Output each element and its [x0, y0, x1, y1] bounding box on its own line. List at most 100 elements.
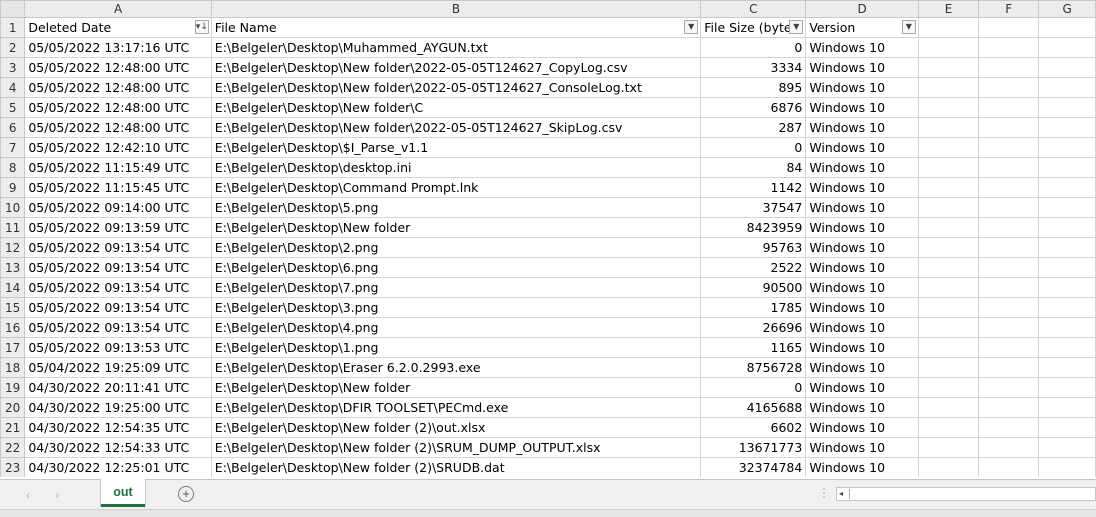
cell-deleted-date[interactable]: 05/05/2022 09:13:54 UTC [24, 277, 212, 298]
cell-empty[interactable] [978, 77, 1040, 98]
cell-empty[interactable] [917, 157, 980, 178]
column-header-b[interactable]: B [210, 0, 702, 18]
cell-deleted-date[interactable]: 04/30/2022 12:54:33 UTC [24, 437, 212, 458]
cell-version[interactable]: Windows 10 [805, 177, 919, 198]
cell-version[interactable]: Windows 10 [805, 157, 919, 178]
row-number[interactable]: 2 [0, 37, 26, 58]
cell-file-name[interactable]: E:\Belgeler\Desktop\1.png [210, 337, 702, 358]
select-all-corner[interactable] [0, 0, 26, 18]
cell-empty[interactable] [1038, 357, 1096, 378]
cell-deleted-date[interactable]: 05/05/2022 12:48:00 UTC [24, 77, 212, 98]
cell-file-size[interactable]: 6876 [700, 97, 807, 118]
cell-file-size[interactable]: 95763 [700, 237, 807, 258]
cell-file-name[interactable]: E:\Belgeler\Desktop\3.png [210, 297, 702, 318]
column-header-a[interactable]: A [24, 0, 212, 18]
cell-empty[interactable] [1038, 57, 1096, 78]
row-number[interactable]: 8 [0, 157, 26, 178]
cell-deleted-date[interactable]: 05/05/2022 12:48:00 UTC [24, 117, 212, 138]
cell-empty[interactable] [978, 57, 1040, 78]
cell-empty[interactable] [978, 397, 1040, 418]
cell-empty[interactable] [1038, 437, 1096, 458]
cell-file-name[interactable]: E:\Belgeler\Desktop\New folder [210, 217, 702, 238]
column-header-f[interactable]: F [978, 0, 1040, 18]
cell-file-name[interactable]: E:\Belgeler\Desktop\Muhammed_AYGUN.txt [210, 37, 702, 58]
cell-empty[interactable] [917, 197, 980, 218]
cell-file-name[interactable]: E:\Belgeler\Desktop\6.png [210, 257, 702, 278]
row-number[interactable]: 19 [0, 377, 26, 398]
cell-deleted-date[interactable]: 04/30/2022 20:11:41 UTC [24, 377, 212, 398]
cell-empty[interactable] [978, 97, 1040, 118]
cell-empty[interactable] [978, 37, 1040, 58]
cell-header-version[interactable]: Version ▼ [805, 17, 919, 38]
row-number[interactable]: 14 [0, 277, 26, 298]
row-number[interactable]: 13 [0, 257, 26, 278]
cell-file-size[interactable]: 4165688 [700, 397, 807, 418]
cell-empty[interactable] [1038, 337, 1096, 358]
filter-dropdown-icon[interactable]: ▼ [901, 20, 916, 34]
cell-empty[interactable] [1038, 97, 1096, 118]
cell-version[interactable]: Windows 10 [805, 317, 919, 338]
cell-empty[interactable] [917, 377, 980, 398]
cell-deleted-date[interactable]: 05/05/2022 11:15:45 UTC [24, 177, 212, 198]
cell-deleted-date[interactable]: 05/05/2022 09:13:53 UTC [24, 337, 212, 358]
cell-empty[interactable] [917, 77, 980, 98]
cell-file-name[interactable]: E:\Belgeler\Desktop\Command Prompt.lnk [210, 177, 702, 198]
cell-empty[interactable] [978, 317, 1040, 338]
cell-empty[interactable] [978, 417, 1040, 438]
cell-empty[interactable] [1038, 457, 1096, 477]
cell-deleted-date[interactable]: 05/05/2022 09:13:54 UTC [24, 257, 212, 278]
chevron-left-icon[interactable]: ‹ [26, 488, 30, 502]
cell-version[interactable]: Windows 10 [805, 57, 919, 78]
cell-deleted-date[interactable]: 05/05/2022 12:48:00 UTC [24, 57, 212, 78]
cell-deleted-date[interactable]: 05/05/2022 09:14:00 UTC [24, 197, 212, 218]
cell-file-size[interactable]: 287 [700, 117, 807, 138]
column-header-e[interactable]: E [917, 0, 980, 18]
cell-empty[interactable] [978, 17, 1040, 38]
row-number[interactable]: 22 [0, 437, 26, 458]
cell-file-size[interactable]: 3334 [700, 57, 807, 78]
cell-deleted-date[interactable]: 05/05/2022 11:15:49 UTC [24, 157, 212, 178]
row-number[interactable]: 3 [0, 57, 26, 78]
cell-file-size[interactable]: 895 [700, 77, 807, 98]
cell-file-size[interactable]: 6602 [700, 417, 807, 438]
cell-file-size[interactable]: 13671773 [700, 437, 807, 458]
cell-file-name[interactable]: E:\Belgeler\Desktop\$I_Parse_v1.1 [210, 137, 702, 158]
cell-file-name[interactable]: E:\Belgeler\Desktop\New folder\C [210, 97, 702, 118]
row-number[interactable]: 18 [0, 357, 26, 378]
cell-file-size[interactable]: 1785 [700, 297, 807, 318]
cell-version[interactable]: Windows 10 [805, 97, 919, 118]
cell-empty[interactable] [917, 237, 980, 258]
cell-empty[interactable] [1038, 277, 1096, 298]
cell-empty[interactable] [978, 137, 1040, 158]
cell-file-name[interactable]: E:\Belgeler\Desktop\New folder (2)\SRUDB… [210, 457, 702, 477]
cell-version[interactable]: Windows 10 [805, 457, 919, 477]
cell-empty[interactable] [978, 297, 1040, 318]
cell-empty[interactable] [917, 57, 980, 78]
cell-empty[interactable] [1038, 17, 1096, 38]
cell-empty[interactable] [978, 197, 1040, 218]
cell-empty[interactable] [917, 457, 980, 477]
cell-file-size[interactable]: 37547 [700, 197, 807, 218]
cell-file-size[interactable]: 0 [700, 137, 807, 158]
row-number[interactable]: 11 [0, 217, 26, 238]
row-number[interactable]: 6 [0, 117, 26, 138]
cell-version[interactable]: Windows 10 [805, 37, 919, 58]
row-number[interactable]: 7 [0, 137, 26, 158]
row-number[interactable]: 4 [0, 77, 26, 98]
cell-version[interactable]: Windows 10 [805, 117, 919, 138]
cell-file-name[interactable]: E:\Belgeler\Desktop\New folder (2)\out.x… [210, 417, 702, 438]
cell-empty[interactable] [1038, 377, 1096, 398]
cell-empty[interactable] [978, 357, 1040, 378]
scroll-left-icon[interactable]: ◂ [839, 489, 850, 499]
cell-file-name[interactable]: E:\Belgeler\Desktop\New folder\2022-05-0… [210, 117, 702, 138]
cell-empty[interactable] [917, 217, 980, 238]
cell-version[interactable]: Windows 10 [805, 417, 919, 438]
row-number[interactable]: 23 [0, 457, 26, 477]
cell-empty[interactable] [917, 437, 980, 458]
cell-empty[interactable] [978, 177, 1040, 198]
cell-empty[interactable] [1038, 257, 1096, 278]
cell-file-name[interactable]: E:\Belgeler\Desktop\desktop.ini [210, 157, 702, 178]
cell-deleted-date[interactable]: 04/30/2022 19:25:00 UTC [24, 397, 212, 418]
cell-empty[interactable] [978, 377, 1040, 398]
cell-empty[interactable] [1038, 237, 1096, 258]
